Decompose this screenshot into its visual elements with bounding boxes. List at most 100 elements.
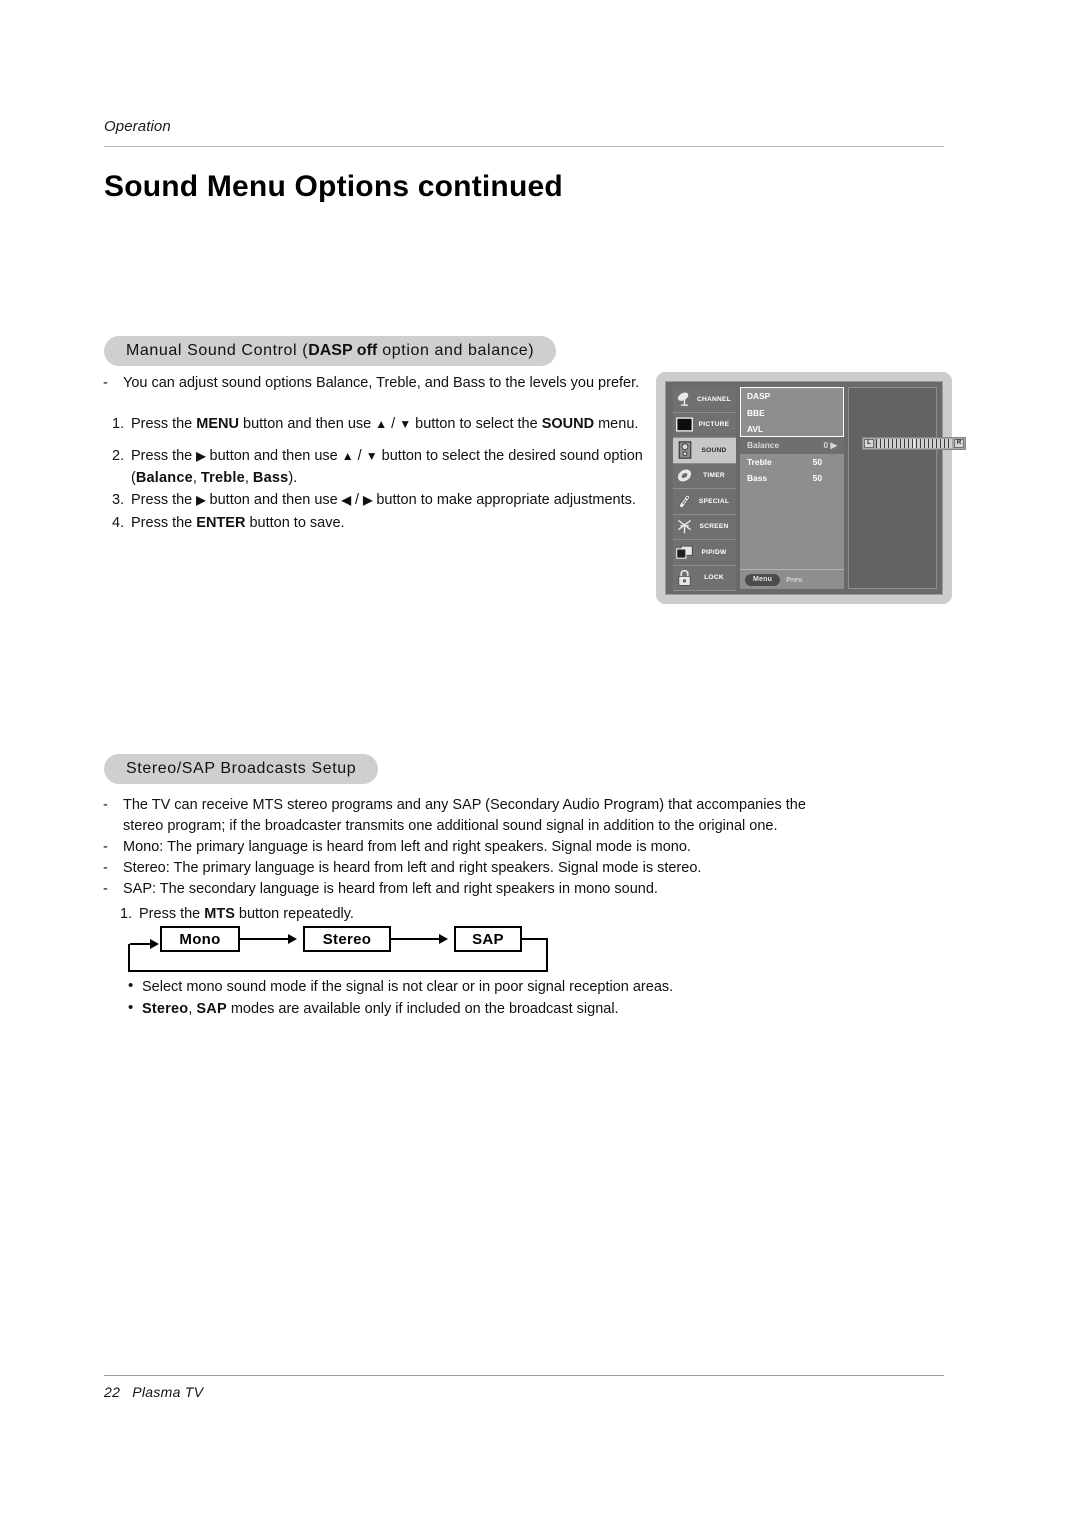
- remote-control-icon: [675, 492, 694, 511]
- flow-connector-2: [391, 938, 443, 940]
- stereo-dash-line-2: - Mono: The primary language is heard fr…: [103, 837, 848, 858]
- flow-entry-arrowhead: [150, 939, 159, 949]
- step4-part1: Press the: [131, 515, 197, 531]
- speaker-icon: [675, 441, 694, 460]
- step3-sep: /: [351, 492, 364, 508]
- tv-screen-icon: [675, 415, 694, 434]
- osd-right-panel: L R: [848, 387, 966, 589]
- heading-prefix: Manual Sound Control (: [126, 342, 309, 359]
- osd-sidebar-item-channel[interactable]: CHANNEL: [673, 387, 736, 413]
- step-text: Press the ▶ button and then use ▲ / ▼ bu…: [131, 445, 672, 489]
- step2-paren-close: ).: [288, 470, 298, 486]
- stereo-bullet-text-2: Stereo, SAP modes are available only if …: [142, 998, 768, 1020]
- footer-product-name: Plasma TV: [132, 1384, 204, 1400]
- osd-bass-value: 50: [812, 473, 822, 483]
- osd-sidebar-item-timer[interactable]: TIMER: [673, 463, 736, 489]
- step-text: Press the ENTER button to save.: [131, 512, 672, 534]
- osd-sidebar-item-pip-dw[interactable]: PIP/DW: [673, 540, 736, 566]
- step1-part4: menu.: [594, 416, 639, 432]
- flow-arrowhead-2: [439, 934, 448, 944]
- bullet2-stereo-keyword: Stereo: [142, 1001, 189, 1017]
- dash-marker: -: [103, 797, 108, 813]
- section-heading-stereo-sap: Stereo/SAP Broadcasts Setup: [104, 754, 379, 784]
- step2-sep: /: [353, 448, 366, 464]
- balance-slider[interactable]: L R: [862, 437, 966, 450]
- osd-sidebar-item-lock[interactable]: LOCK: [673, 565, 736, 591]
- step1-sep: /: [387, 416, 400, 432]
- osd-sidebar-item-special[interactable]: SPECIAL: [673, 489, 736, 515]
- running-header: Operation: [104, 118, 944, 136]
- osd-sidebar-item-sound[interactable]: SOUND: [673, 438, 736, 464]
- step-number: 1.: [120, 906, 133, 922]
- bullet-marker: •: [128, 977, 134, 994]
- osd-sidebar-item-picture[interactable]: PICTURE: [673, 412, 736, 438]
- heading-bold-dasp-off: DASP off: [308, 342, 378, 359]
- section-heading-manual-sound-control: Manual Sound Control (DASP off option an…: [104, 336, 557, 366]
- stereo-dash-line-1: - The TV can receive MTS stereo programs…: [103, 795, 848, 837]
- osd-menu-bottom-rows: Balance 0 ▶ Treble 50 Bass 50: [740, 437, 844, 487]
- step3-part2: button and then use: [205, 492, 342, 508]
- chevron-right-icon: ▶: [830, 440, 837, 450]
- osd-row-label: DASP: [747, 391, 771, 401]
- osd-menu-button[interactable]: Menu: [745, 573, 781, 586]
- manual-intro-text: You can adjust sound options Balance, Tr…: [123, 375, 640, 391]
- option-treble: Treble: [200, 470, 245, 486]
- dash-marker: -: [103, 881, 108, 897]
- down-arrow-icon: ▼: [365, 449, 378, 463]
- dash-marker: -: [103, 839, 108, 855]
- osd-menu-row-bass[interactable]: Bass 50: [740, 470, 844, 487]
- dash-marker: -: [103, 375, 108, 391]
- step-text: Press the MENU button and then use ▲ / ▼…: [131, 413, 672, 435]
- stereo-bullet-text-1: Select mono sound mode if the signal is …: [142, 979, 674, 995]
- step1-menu-keyword: MENU: [196, 416, 239, 432]
- osd-menu-row-dasp[interactable]: DASP: [740, 388, 844, 405]
- bullet2-tail: modes are available only if included on …: [226, 1001, 619, 1017]
- manual-step-4: 4. Press the ENTER button to save.: [112, 512, 672, 534]
- option-balance: Balance: [135, 470, 193, 486]
- osd-sidebar-item-screen[interactable]: SCREEN: [673, 514, 736, 540]
- manual-step-2: 2. Press the ▶ button and then use ▲ / ▼…: [112, 445, 672, 489]
- antenna-icon: [675, 517, 694, 536]
- flow-box-mono[interactable]: Mono: [160, 926, 240, 952]
- osd-sidebar-label: PIP/DW: [701, 548, 727, 556]
- step1-part2: button and then use: [238, 416, 376, 432]
- left-arrow-icon: ◀: [341, 493, 351, 507]
- step-number: 3.: [112, 492, 125, 508]
- tv-osd-mockup: CHANNEL PICTURE SOUND TIMER SPECIAL SCRE…: [656, 372, 966, 604]
- padlock-icon: [675, 568, 694, 587]
- balance-left-label: L: [864, 439, 874, 448]
- osd-row-label: Bass: [747, 473, 768, 483]
- step2-part3: button to select the desired sound optio…: [377, 448, 643, 464]
- osd-menu-row-bbe[interactable]: BBE: [740, 405, 844, 422]
- manual-step-3: 3. Press the ▶ button and then use ◀ / ▶…: [112, 489, 672, 511]
- flow-box-stereo[interactable]: Stereo: [303, 926, 391, 952]
- osd-menu-row-avl[interactable]: AVL: [740, 421, 844, 438]
- osd-sidebar-label: SCREEN: [699, 523, 729, 531]
- header-divider: [104, 146, 944, 147]
- stereo-dash-text-1: The TV can receive MTS stereo programs a…: [123, 797, 806, 834]
- clock-icon: [675, 466, 694, 485]
- step1-part3: button to select the: [411, 416, 542, 432]
- right-arrow-icon: ▶: [363, 493, 373, 507]
- stereo-dash-line-3: - Stereo: The primary language is heard …: [103, 858, 848, 879]
- manual-intro-line: - You can adjust sound options Balance, …: [103, 373, 663, 394]
- osd-sidebar-label: CHANNEL: [697, 395, 731, 403]
- step2-comma2: ,: [244, 470, 253, 486]
- step1-sound-keyword: SOUND: [541, 416, 595, 432]
- osd-menu-row-balance[interactable]: Balance 0 ▶: [740, 437, 844, 454]
- right-arrow-icon: ▶: [196, 493, 206, 507]
- bullet2-sap-keyword: SAP: [196, 1001, 227, 1017]
- flow-box-sap[interactable]: SAP: [454, 926, 522, 952]
- osd-sidebar-label: SPECIAL: [698, 497, 730, 505]
- osd-row-value-wrap: 0 ▶: [824, 437, 837, 454]
- stereo-bullet-2: • Stereo, SAP modes are available only i…: [128, 998, 768, 1020]
- osd-sidebar-label: LOCK: [704, 574, 724, 582]
- osd-row-label: AVL: [747, 424, 764, 435]
- footer-divider: [104, 1375, 944, 1376]
- step1-part1: Press the: [131, 416, 197, 432]
- osd-prev-label[interactable]: Prev.: [786, 575, 804, 584]
- osd-menu-row-treble[interactable]: Treble 50: [740, 454, 844, 471]
- up-arrow-icon: ▲: [375, 417, 388, 431]
- mts-flow-diagram: Mono Stereo SAP: [128, 926, 570, 974]
- footer-page-number: 22: [104, 1384, 121, 1400]
